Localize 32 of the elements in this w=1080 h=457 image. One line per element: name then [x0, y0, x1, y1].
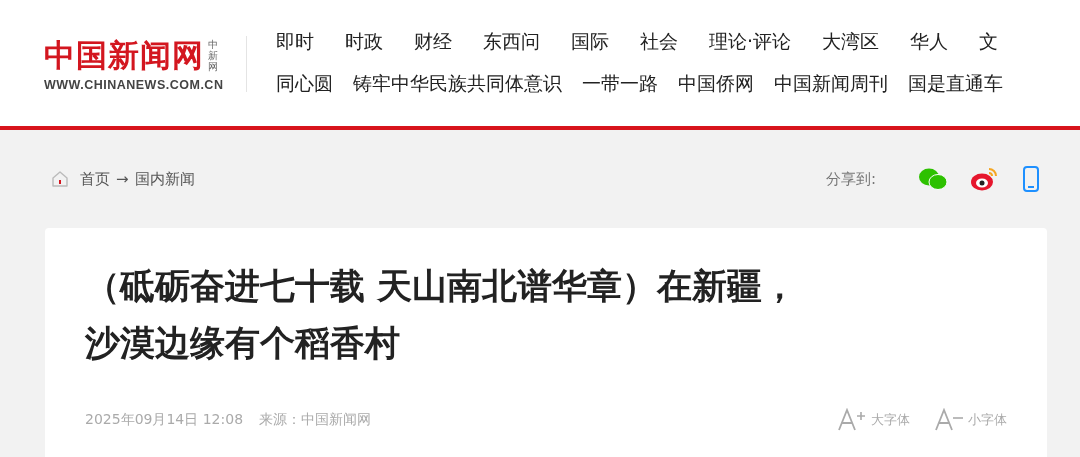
- share-label: 分享到:: [825, 169, 876, 189]
- site-url: WWW.CHINANEWS.COM.CN: [44, 78, 225, 92]
- phone-icon[interactable]: [1022, 166, 1040, 192]
- nav-link[interactable]: 同心圆: [276, 70, 333, 96]
- breadcrumb-link[interactable]: 国内新闻: [134, 169, 195, 189]
- nav-link[interactable]: 国际: [571, 28, 609, 54]
- publish-date: 2025年09月14日 12:08: [85, 411, 244, 429]
- logo-subtitle: 中新网: [208, 38, 218, 72]
- article-source: 来源：中国新闻网: [259, 411, 372, 429]
- nav-link[interactable]: 国是直通车: [908, 70, 1003, 96]
- nav-link[interactable]: 理论·评论: [709, 28, 792, 54]
- nav-link[interactable]: 中国新闻周刊: [774, 70, 888, 96]
- nav-link[interactable]: 文: [979, 28, 999, 54]
- nav-link[interactable]: 中国侨网: [678, 70, 754, 96]
- site-logo[interactable]: 中国新闻网: [44, 36, 204, 74]
- nav-link[interactable]: 华人: [910, 28, 949, 54]
- nav-link[interactable]: 东西问: [483, 28, 540, 54]
- font-decrease-icon: [934, 408, 964, 432]
- font-increase-icon: [837, 408, 867, 432]
- nav-link[interactable]: 时政: [345, 28, 383, 54]
- nav-link[interactable]: 大湾区: [822, 28, 880, 54]
- article-title: （砥砺奋进七十载 天山南北谱华章）在新疆， 沙漠边缘有个稻香村: [85, 265, 799, 365]
- breadcrumb-separator: →: [116, 170, 129, 188]
- breadcrumb-link[interactable]: 首页: [80, 169, 110, 189]
- nav-link[interactable]: 铸牢中华民族共同体意识: [353, 70, 562, 96]
- nav-link[interactable]: 一带一路: [582, 70, 658, 96]
- home-icon[interactable]: [50, 169, 70, 189]
- eye-logo-icon[interactable]: [970, 166, 1000, 192]
- chat-bubbles-icon[interactable]: [918, 167, 948, 191]
- nav-link[interactable]: 财经: [414, 28, 452, 54]
- nav-link[interactable]: 社会: [640, 28, 678, 54]
- nav-link[interactable]: 即时: [276, 28, 314, 54]
